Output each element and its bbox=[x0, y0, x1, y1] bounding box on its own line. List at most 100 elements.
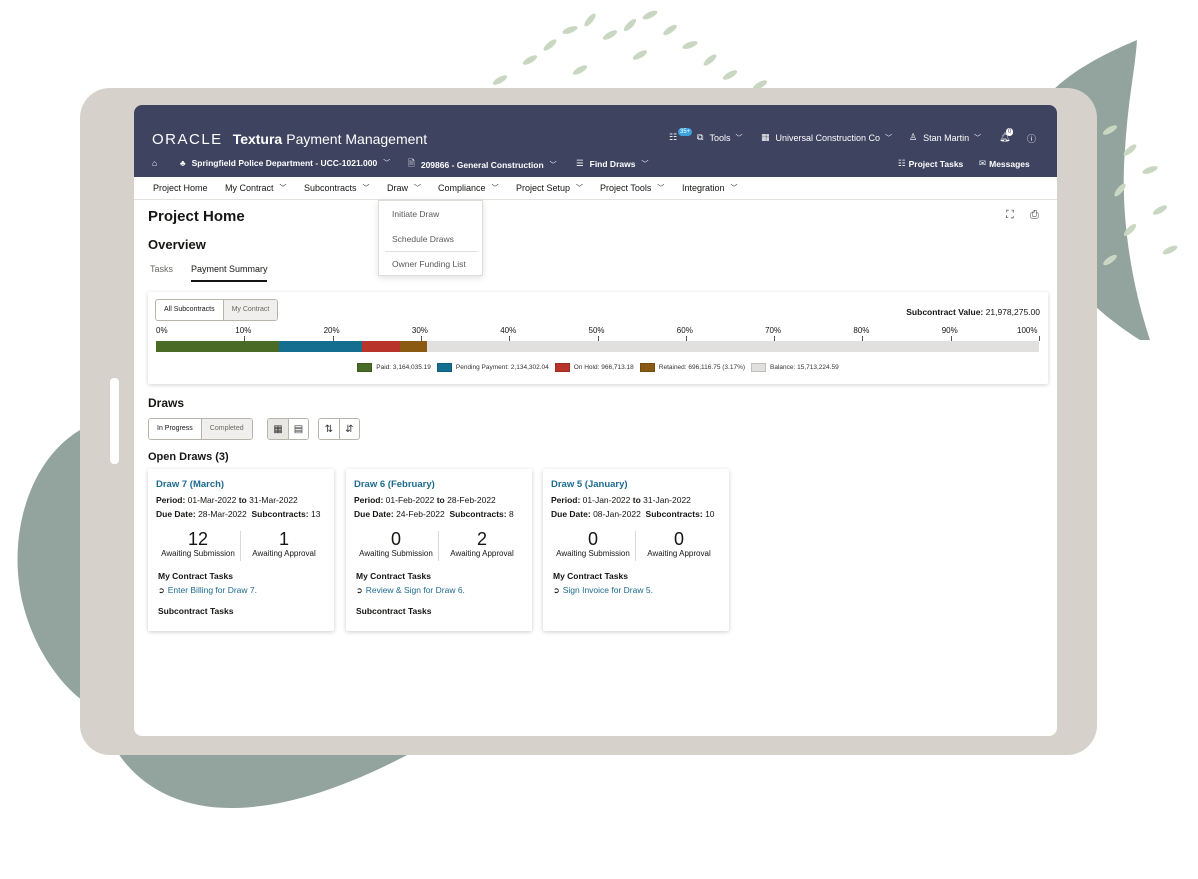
user-menu[interactable]: ♙ Stan Martin ﹀ bbox=[909, 132, 981, 143]
notifications-button[interactable]: 🔔︎ 0 bbox=[999, 128, 1014, 143]
module-name: Payment Management bbox=[286, 131, 428, 147]
checklist-icon: ☷ bbox=[898, 158, 906, 168]
nav-label: Integration bbox=[682, 183, 725, 193]
chevron-down-icon: ﹀ bbox=[362, 185, 370, 192]
toggle-in-progress[interactable]: In Progress bbox=[149, 419, 201, 439]
arrow-circle-icon: ➲ bbox=[158, 585, 165, 595]
tab-tasks[interactable]: Tasks bbox=[150, 264, 173, 274]
envelope-icon: ✉ bbox=[979, 158, 987, 168]
awaiting-submission-metric[interactable]: 0 Awaiting Submission bbox=[353, 529, 439, 558]
awaiting-submission-label: Awaiting Submission bbox=[161, 549, 235, 558]
nav-draw[interactable]: Draw ﹀ bbox=[387, 183, 421, 193]
legend-swatch bbox=[639, 363, 655, 372]
fullscreen-button[interactable]: ⛶ bbox=[1006, 209, 1014, 222]
home-button[interactable]: ⌂ bbox=[152, 158, 157, 168]
sort-ascending-button[interactable]: ⇅ bbox=[319, 419, 339, 439]
table-view-button[interactable]: ▤ bbox=[288, 419, 308, 439]
menu-item-schedule-draws[interactable]: Schedule Draws bbox=[392, 234, 454, 244]
axis-tick-label: 30% bbox=[411, 326, 428, 335]
legend-label: Balance: 15,713,224.59 bbox=[770, 364, 839, 371]
awaiting-approval-metric[interactable]: 0 Awaiting Approval bbox=[636, 529, 722, 558]
app-brand[interactable]: ORACLE Textura Payment Management bbox=[152, 131, 427, 148]
axis-tick-label: 50% bbox=[588, 326, 605, 335]
nav-project-setup[interactable]: Project Setup ﹀ bbox=[516, 183, 583, 193]
active-tab-indicator bbox=[191, 280, 267, 282]
progress-segment[interactable] bbox=[156, 341, 280, 352]
axis-tick-label: 60% bbox=[676, 326, 693, 335]
draw-card-title[interactable]: Draw 5 (January) bbox=[551, 479, 628, 490]
dotted-leaf-pattern-right bbox=[1102, 125, 1178, 266]
nav-my-contract[interactable]: My Contract ﹀ bbox=[225, 183, 287, 193]
chevron-down-icon: ﹀ bbox=[657, 185, 665, 192]
task-link[interactable]: ➲ Sign Invoice for Draw 5. bbox=[553, 585, 653, 595]
sort-toggle: ⇅ ⇵ bbox=[318, 418, 360, 440]
awaiting-submission-metric[interactable]: 12 Awaiting Submission bbox=[155, 529, 241, 558]
progress-segment[interactable] bbox=[362, 341, 400, 352]
legend-item: On Hold: 966,713.18 bbox=[554, 363, 634, 372]
progress-segment[interactable] bbox=[279, 341, 363, 352]
toggle-all-subcontracts[interactable]: All Subcontracts bbox=[156, 300, 223, 320]
find-draws-menu[interactable]: ☰ Find Draws ﹀ bbox=[576, 158, 648, 169]
tasks-list-button[interactable]: ☷ 35+ bbox=[669, 128, 693, 143]
period-start: 01-Jan-2022 bbox=[582, 495, 631, 505]
period-to: to bbox=[436, 495, 445, 505]
legend-item: Retained: 696,116.75 (3.17%) bbox=[639, 363, 746, 372]
chevron-down-icon: ﹀ bbox=[576, 185, 584, 192]
draw-card: Draw 7 (March) Period: 01-Mar-2022 to 31-… bbox=[148, 469, 334, 631]
task-link-label: Sign Invoice for Draw 5. bbox=[562, 585, 653, 595]
axis-tick-label: 10% bbox=[235, 326, 252, 335]
contract-selector[interactable]: 🗎 209866 - General Construction ﹀ bbox=[408, 158, 557, 172]
legend-label: Pending Payment: 2,134,302.04 bbox=[455, 364, 549, 371]
draw-card-title[interactable]: Draw 6 (February) bbox=[354, 479, 435, 490]
legend-label: Retained: 696,116.75 (3.17%) bbox=[658, 364, 746, 371]
tab-payment-summary[interactable]: Payment Summary bbox=[191, 264, 268, 274]
project-selector[interactable]: ♣ Springfield Police Department - UCC-10… bbox=[180, 158, 390, 168]
axis-tick-label: 40% bbox=[500, 326, 517, 335]
nav-project-home[interactable]: Project Home bbox=[153, 183, 208, 193]
legend-item: Paid: 3,164,035.19 bbox=[357, 363, 431, 372]
chevron-down-icon: ﹀ bbox=[414, 185, 422, 192]
menu-divider bbox=[385, 251, 478, 252]
tools-menu[interactable]: ⧉ Tools ﹀ bbox=[697, 132, 742, 143]
summary-scope-toggle: All Subcontracts My Contract bbox=[155, 299, 279, 321]
awaiting-submission-metric[interactable]: 0 Awaiting Submission bbox=[550, 529, 636, 558]
nav-integration[interactable]: Integration ﹀ bbox=[682, 183, 738, 193]
messages-link[interactable]: ✉ Messages bbox=[979, 158, 1030, 169]
chevron-down-icon: ﹀ bbox=[974, 134, 982, 142]
project-tasks-link[interactable]: ☷ Project Tasks bbox=[898, 158, 963, 169]
menu-item-initiate-draw[interactable]: Initiate Draw bbox=[392, 209, 439, 219]
user-icon: ♙ bbox=[909, 132, 918, 142]
progress-segment[interactable] bbox=[427, 341, 1039, 352]
nav-compliance[interactable]: Compliance ﹀ bbox=[438, 183, 499, 193]
subcontract-tasks-label: Subcontract Tasks bbox=[356, 606, 432, 616]
awaiting-approval-count: 0 bbox=[673, 529, 684, 549]
awaiting-approval-metric[interactable]: 2 Awaiting Approval bbox=[439, 529, 525, 558]
period-start: 01-Feb-2022 bbox=[385, 495, 435, 505]
card-view-button[interactable]: ▦ bbox=[268, 419, 288, 439]
draw-card-title[interactable]: Draw 7 (March) bbox=[156, 479, 224, 490]
sort-descending-button[interactable]: ⇵ bbox=[339, 419, 359, 439]
find-draws-label: Find Draws bbox=[589, 158, 636, 169]
nav-subcontracts[interactable]: Subcontracts ﹀ bbox=[304, 183, 370, 193]
subcontracts-label: Subcontracts: bbox=[251, 509, 309, 519]
progress-segment[interactable] bbox=[399, 341, 428, 352]
print-button[interactable]: ⎙ bbox=[1030, 209, 1039, 222]
checklist-icon: ☷ bbox=[669, 132, 678, 142]
chevron-down-icon: ﹀ bbox=[730, 185, 738, 192]
task-link[interactable]: ➲ Review & Sign for Draw 6. bbox=[356, 585, 465, 595]
toggle-completed[interactable]: Completed bbox=[200, 419, 252, 439]
awaiting-approval-metric[interactable]: 1 Awaiting Approval bbox=[241, 529, 327, 558]
awaiting-approval-label: Awaiting Approval bbox=[647, 549, 711, 558]
menu-item-owner-funding-list[interactable]: Owner Funding List bbox=[392, 259, 466, 269]
period-end: 31-Mar-2022 bbox=[249, 495, 298, 505]
task-link[interactable]: ➲ Enter Billing for Draw 7. bbox=[158, 585, 257, 595]
legend-item: Pending Payment: 2,134,302.04 bbox=[436, 363, 549, 372]
nav-project-tools[interactable]: Project Tools ﹀ bbox=[600, 183, 664, 193]
toggle-my-contract[interactable]: My Contract bbox=[222, 300, 278, 320]
help-button[interactable]: ⓘ bbox=[1027, 132, 1036, 145]
legend-swatch bbox=[751, 363, 767, 372]
tablet-home-button bbox=[110, 378, 119, 464]
project-name: Springfield Police Department - UCC-1021… bbox=[191, 158, 378, 168]
awaiting-submission-count: 0 bbox=[587, 529, 598, 549]
company-menu[interactable]: ▦ Universal Construction Co ﹀ bbox=[761, 132, 892, 143]
